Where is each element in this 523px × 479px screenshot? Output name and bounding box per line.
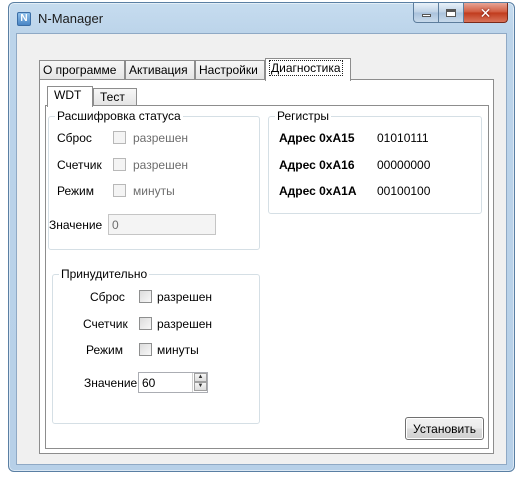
chevron-down-icon: ▼ (197, 383, 204, 389)
forced-reset-label: Сброс (90, 290, 125, 304)
set-button[interactable]: Установить (405, 417, 484, 440)
minimize-icon (421, 14, 431, 17)
register-value: 01010111 (377, 131, 429, 145)
forced-mode-checkbox-label: минуты (157, 343, 199, 357)
forced-group: Принудительно Сброс разрешен Счетчик раз… (52, 267, 260, 424)
status-decode-group: Расшифровка статуса Сброс разрешен Счетч… (48, 109, 260, 250)
maximize-button[interactable] (439, 3, 464, 23)
app-icon: N (17, 12, 31, 26)
tab-diagnostics[interactable]: Диагностика (265, 58, 351, 81)
minimize-button[interactable] (413, 3, 439, 23)
spin-down-button[interactable]: ▼ (194, 382, 207, 391)
forced-counter-checkbox-label: разрешен (157, 317, 212, 331)
reset-checkbox[interactable] (113, 131, 126, 144)
counter-checkbox-label: разрешен (133, 158, 188, 172)
tab-settings[interactable]: Настройки (195, 60, 265, 80)
maximize-icon (446, 8, 456, 17)
forced-counter-checkbox[interactable] (139, 317, 152, 330)
tab-label: Диагностика (269, 60, 343, 76)
mode-checkbox-label: минуты (133, 184, 175, 198)
reset-label: Сброс (57, 131, 92, 145)
tab-test[interactable]: Тест (93, 88, 137, 106)
window-title: N-Manager (38, 11, 104, 26)
forced-counter-label: Счетчик (83, 317, 128, 331)
value-spinner: ▲ ▼ (192, 373, 207, 392)
group-title: Принудительно (59, 267, 150, 281)
tab-label: Тест (100, 90, 125, 104)
tab-activation[interactable]: Активация (125, 60, 195, 80)
forced-mode-checkbox[interactable] (139, 343, 152, 356)
title-bar[interactable]: N N-Manager ✕ (9, 3, 514, 33)
register-address: Адрес 0xA16 (279, 158, 355, 172)
register-value: 00100100 (377, 184, 431, 198)
chevron-up-icon: ▲ (197, 374, 204, 380)
window-controls: ✕ (413, 3, 508, 23)
diagnostics-page: WDT Тест Расшифровка статуса Сброс разре… (39, 79, 494, 454)
close-icon: ✕ (479, 4, 492, 21)
group-title: Расшифровка статуса (55, 109, 183, 123)
close-button[interactable]: ✕ (464, 3, 508, 23)
tab-about[interactable]: О программе (39, 60, 125, 80)
mode-label: Режим (57, 184, 94, 198)
status-value-field[interactable] (108, 214, 216, 235)
registers-group: Регистры Адрес 0xA15 01010111 Адрес 0xA1… (268, 109, 482, 214)
register-address: Адрес 0xA1A (279, 184, 357, 198)
forced-value-label: Значение (84, 376, 138, 390)
spin-up-button[interactable]: ▲ (194, 373, 207, 382)
tab-label: Активация (129, 63, 188, 77)
value-label: Значение (49, 218, 103, 232)
forced-reset-checkbox[interactable] (139, 290, 152, 303)
app-window: N N-Manager ✕ О программе Активация Наст… (8, 2, 515, 472)
tab-label: О программе (43, 63, 117, 77)
group-title: Регистры (275, 109, 332, 123)
tab-label: WDT (54, 88, 82, 102)
tab-label: Настройки (199, 63, 258, 77)
register-value: 00000000 (377, 158, 431, 172)
forced-reset-checkbox-label: разрешен (157, 290, 212, 304)
register-address: Адрес 0xA15 (279, 131, 355, 145)
tab-wdt[interactable]: WDT (47, 86, 93, 107)
mode-checkbox[interactable] (113, 184, 126, 197)
wdt-page: Расшифровка статуса Сброс разрешен Счетч… (45, 105, 489, 449)
forced-mode-label: Режим (86, 343, 123, 357)
counter-label: Счетчик (57, 158, 102, 172)
counter-checkbox[interactable] (113, 158, 126, 171)
client-area: О программе Активация Настройки Диагност… (16, 33, 507, 465)
reset-checkbox-label: разрешен (133, 131, 188, 145)
